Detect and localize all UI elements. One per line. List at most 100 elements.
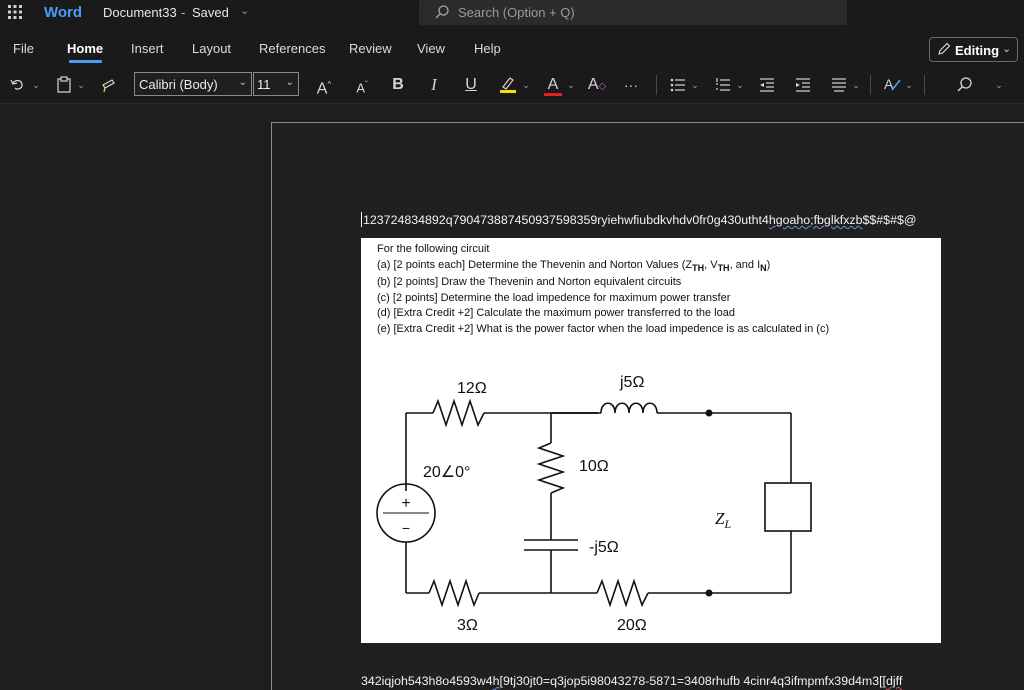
document-text-line-1[interactable]: 123724834892q790473887450937598359ryiehw… xyxy=(361,212,916,227)
resistor-12-ohm xyxy=(432,398,485,428)
chevron-down-icon[interactable]: ⌄ xyxy=(993,74,1005,96)
tab-home[interactable]: Home xyxy=(67,41,103,56)
chevron-down-icon[interactable]: ⌄ xyxy=(31,74,41,96)
text-cursor xyxy=(361,212,362,227)
shrink-font-label: A xyxy=(356,80,365,96)
clear-formatting-button[interactable]: A◇ xyxy=(586,74,608,96)
question-image[interactable]: For the following circuit (a) [2 points … xyxy=(361,238,941,643)
document-name[interactable]: Document33 xyxy=(103,5,177,20)
pencil-icon xyxy=(938,42,951,55)
font-size-value: 11 xyxy=(257,77,271,92)
circuit-diagram: + − 12Ω j5Ω 20∠0° 10Ω -j5Ω ZL 3Ω 20Ω xyxy=(376,374,812,634)
align-icon[interactable] xyxy=(829,74,849,96)
tab-review[interactable]: Review xyxy=(349,41,392,56)
chevron-down-icon: ⌄ xyxy=(285,77,294,88)
tab-layout[interactable]: Layout xyxy=(192,41,231,56)
styles-icon[interactable]: A xyxy=(882,74,902,96)
label-zl: ZL xyxy=(715,509,731,531)
font-name-value: Calibri (Body) xyxy=(139,77,218,92)
ribbon-tabs: File Home Insert Layout References Revie… xyxy=(0,26,1024,66)
line2-misspelled-text: djff xyxy=(885,674,903,688)
shrink-font-button[interactable]: Aˇ xyxy=(352,74,372,96)
load-impedance-box xyxy=(764,482,812,532)
label-12-ohm: 12Ω xyxy=(457,380,487,397)
font-size-select[interactable]: 11 ⌄ xyxy=(253,72,299,96)
tab-file[interactable]: File xyxy=(13,41,34,56)
line2-flagged-text: h xyxy=(492,674,500,688)
source-minus-sign: − xyxy=(402,520,410,536)
format-painter-icon[interactable] xyxy=(98,74,120,96)
tab-insert[interactable]: Insert xyxy=(131,41,164,56)
editing-mode-button[interactable]: Editing ⌄ xyxy=(929,37,1018,62)
chevron-down-icon[interactable]: ⌄ xyxy=(904,74,914,96)
active-tab-indicator xyxy=(69,60,102,63)
tab-references[interactable]: References xyxy=(259,41,325,56)
app-launcher-icon[interactable] xyxy=(8,5,22,19)
line2-rest-text: [9tj30jt0=q3jop5i98043278-5871=3408rhufb… xyxy=(499,674,886,688)
resistor-3-ohm xyxy=(428,578,480,608)
save-status: Saved xyxy=(192,5,229,20)
bullet-list-icon[interactable] xyxy=(668,74,688,96)
toolbar-divider xyxy=(870,75,871,95)
chevron-down-icon: ⌄ xyxy=(1002,43,1012,55)
title-separator: - xyxy=(181,5,186,20)
chevron-down-icon[interactable]: ⌄ xyxy=(566,74,576,96)
document-text-line-2[interactable]: 342iqjoh543h8o4593w4h[9tj30jt0=q3jop5i98… xyxy=(361,674,902,688)
chevron-down-icon[interactable]: ⌄ xyxy=(851,74,861,96)
terminal-node xyxy=(705,589,713,597)
resistor-10-ohm xyxy=(536,442,566,494)
more-options-button[interactable]: ··· xyxy=(620,74,642,96)
inductor-j5-ohm xyxy=(600,402,658,414)
find-icon[interactable] xyxy=(955,74,975,96)
clipboard-icon[interactable] xyxy=(54,74,74,96)
chevron-down-icon[interactable]: ⌄ xyxy=(735,74,745,96)
underline-button[interactable]: U xyxy=(461,74,481,96)
font-color-letter: A xyxy=(547,76,559,93)
label-10-ohm: 10Ω xyxy=(579,458,609,475)
grow-font-button[interactable]: A^ xyxy=(314,74,334,98)
label-20-ohm: 20Ω xyxy=(617,617,647,634)
tab-help[interactable]: Help xyxy=(474,41,501,56)
line2-text: 342iqjoh543h8o4593w4 xyxy=(361,674,493,688)
toolbar-divider xyxy=(656,75,657,95)
grow-font-label: A xyxy=(316,80,328,98)
bold-button[interactable]: B xyxy=(388,74,408,96)
chevron-down-icon[interactable]: ⌄ xyxy=(76,74,86,96)
label-j5-ohm: j5Ω xyxy=(619,374,644,391)
label-3-ohm: 3Ω xyxy=(457,617,478,634)
chevron-down-icon[interactable]: ⌄ xyxy=(240,4,249,17)
highlight-icon[interactable] xyxy=(497,74,519,96)
undo-icon[interactable] xyxy=(8,74,28,96)
line1-tail-text: $$#$#$@ xyxy=(862,213,917,227)
label-zl-subscript: L xyxy=(723,517,731,531)
numbered-list-icon[interactable] xyxy=(713,74,733,96)
tab-view[interactable]: View xyxy=(417,41,445,56)
search-icon xyxy=(435,5,449,19)
font-color-swatch xyxy=(544,93,562,96)
increase-indent-icon[interactable] xyxy=(793,74,813,96)
decrease-indent-icon[interactable] xyxy=(757,74,777,96)
italic-button[interactable]: I xyxy=(424,74,444,96)
font-color-button[interactable]: A xyxy=(543,74,563,96)
home-toolbar: ⌄ ⌄ Calibri (Body) ⌄ 11 ⌄ A^ Aˇ B I U ⌄ … xyxy=(0,66,1024,104)
app-name[interactable]: Word xyxy=(44,4,82,21)
clear-format-letter: A xyxy=(587,76,599,93)
document-canvas[interactable]: 123724834892q790473887450937598359ryiehw… xyxy=(0,104,1024,690)
chevron-down-icon[interactable]: ⌄ xyxy=(690,74,700,96)
search-input[interactable]: Search (Option + Q) xyxy=(458,5,575,20)
font-name-select[interactable]: Calibri (Body) ⌄ xyxy=(134,72,252,96)
search-box[interactable]: Search (Option + Q) xyxy=(419,0,847,25)
chevron-down-icon: ⌄ xyxy=(238,77,247,88)
resistor-20-ohm xyxy=(596,578,649,608)
label-source-value: 20∠0° xyxy=(423,464,470,481)
chevron-down-icon[interactable]: ⌄ xyxy=(521,74,531,96)
label-minus-j5-ohm: -j5Ω xyxy=(589,539,619,556)
document-page[interactable]: 123724834892q790473887450937598359ryiehw… xyxy=(271,122,1024,690)
title-bar: Word Document33 - Saved ⌄ Search (Option… xyxy=(0,0,1024,26)
editing-label: Editing xyxy=(955,43,1000,58)
line1-misspelled-text: hgoaho;fbglkfxzb xyxy=(768,213,863,227)
terminal-node xyxy=(705,409,713,417)
line1-text: 123724834892q790473887450937598359ryiehw… xyxy=(363,213,769,227)
source-plus-sign: + xyxy=(401,495,410,512)
toolbar-divider xyxy=(924,75,925,95)
